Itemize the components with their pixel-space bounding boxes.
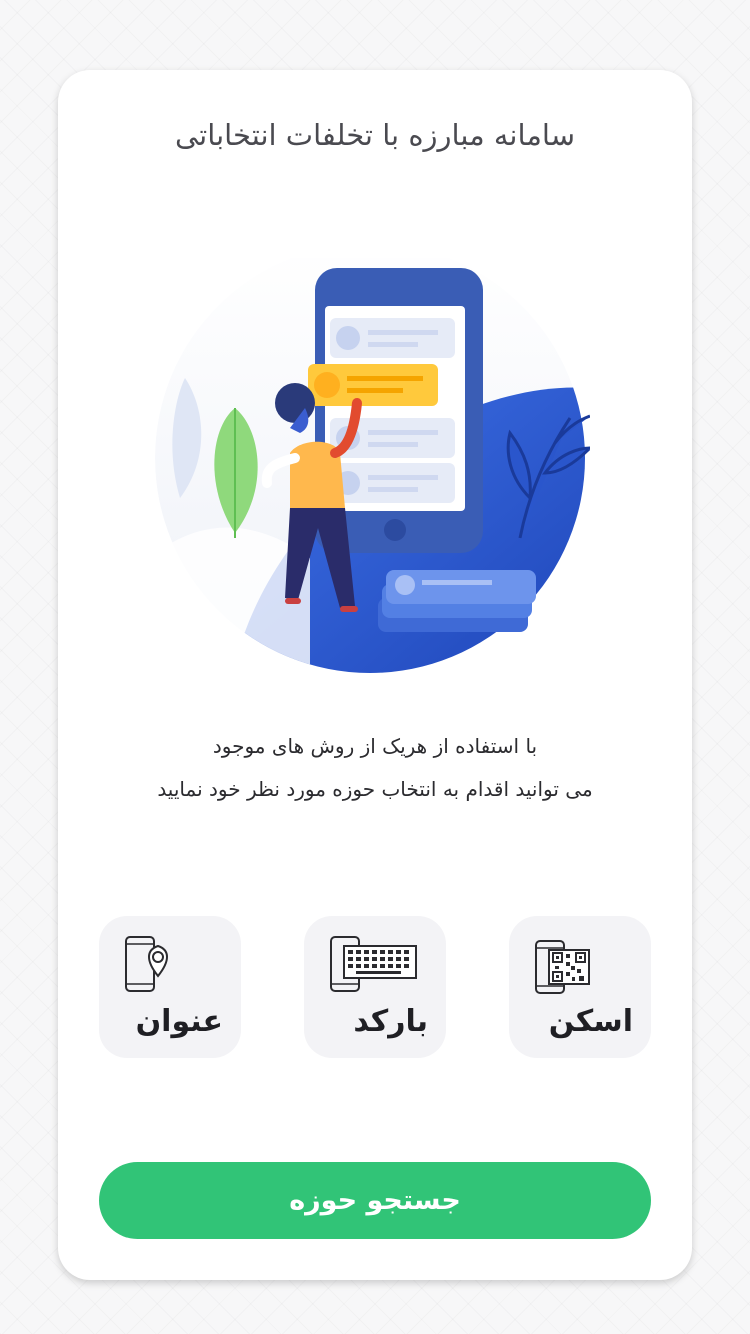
option-title-label: عنوان <box>135 1004 223 1039</box>
barcode-keyboard-icon <box>330 936 417 992</box>
option-barcode-label: بارکد <box>353 1004 428 1039</box>
option-barcode-button[interactable]: بارکد <box>304 916 446 1058</box>
description-line-1: با استفاده از هریک از روش های موجود <box>212 734 538 758</box>
hero-illustration <box>155 258 590 673</box>
page-title: سامانه مبارزه با تخلفات انتخاباتی <box>174 118 575 152</box>
location-pin-icon <box>125 936 168 992</box>
option-scan-button[interactable]: اسکن <box>509 916 651 1058</box>
option-scan-label: اسکن <box>548 1004 633 1039</box>
option-title-button[interactable]: عنوان <box>99 916 241 1058</box>
search-area-button[interactable]: جستجو حوزه <box>99 1162 651 1239</box>
description-line-2: می توانید اقدام به انتخاب حوزه مورد نظر … <box>157 777 593 801</box>
qr-scan-icon <box>535 940 590 994</box>
